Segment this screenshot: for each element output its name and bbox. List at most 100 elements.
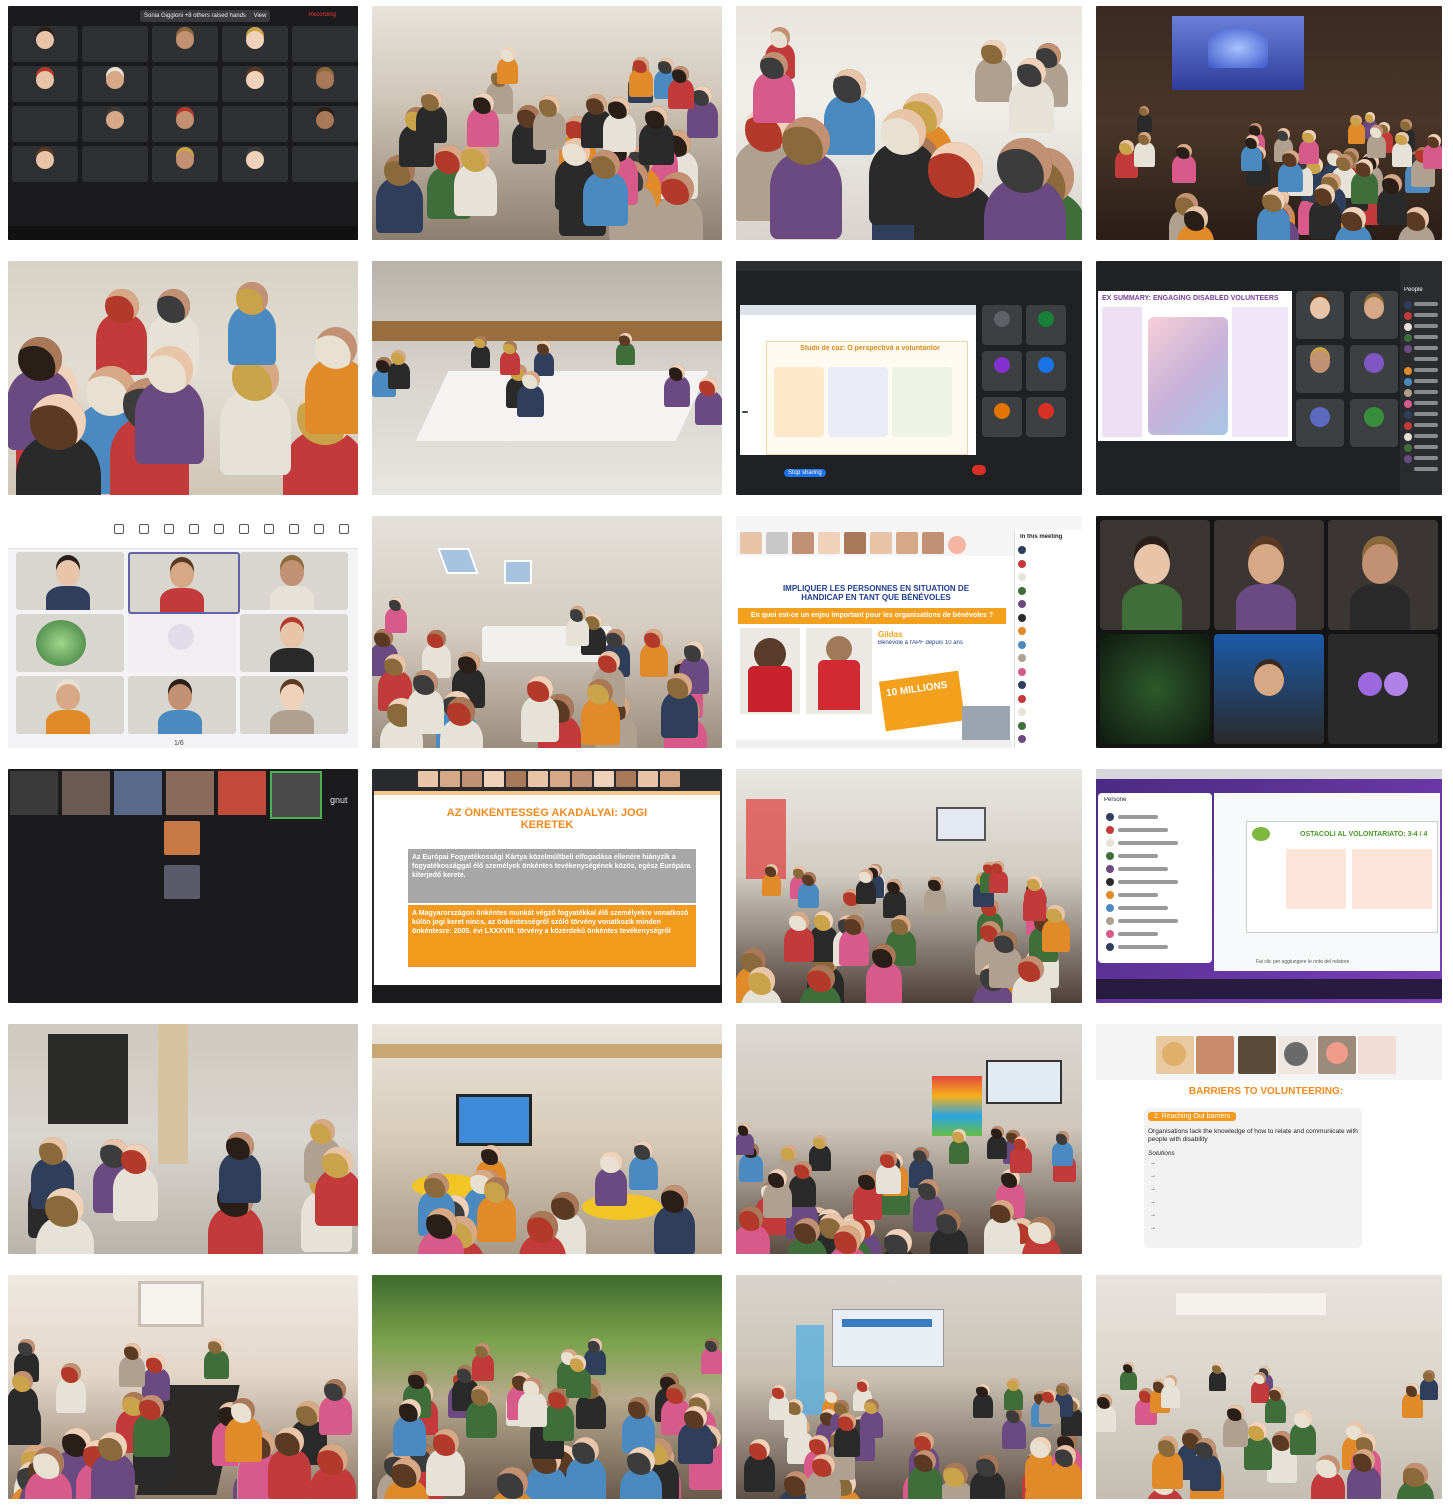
person-figure xyxy=(385,607,407,634)
people-panel-title: Persone xyxy=(1104,797,1127,803)
person-head xyxy=(793,1161,812,1180)
people-list-name xyxy=(1414,302,1438,306)
tile-video-call-names: gnut xyxy=(8,769,358,1003)
person-name xyxy=(1118,867,1168,871)
participant-tile xyxy=(128,676,236,734)
person-head xyxy=(928,876,943,892)
person-figure xyxy=(1351,172,1378,205)
person-figure xyxy=(517,1391,548,1427)
participant-tile xyxy=(1214,520,1324,630)
participant-thumb xyxy=(870,532,892,554)
person-figure xyxy=(576,1393,606,1430)
person-head xyxy=(981,39,1006,65)
stop-sharing-button[interactable]: Stop sharing xyxy=(784,469,826,477)
person-figure xyxy=(839,929,870,967)
person-figure xyxy=(426,1449,466,1497)
toolbar-icon[interactable] xyxy=(214,524,224,534)
participant-thumb xyxy=(462,771,482,787)
person-figure xyxy=(789,1174,817,1208)
person-head xyxy=(1282,150,1299,167)
participant-tile xyxy=(292,66,358,102)
person-avatar xyxy=(1106,943,1114,951)
speaker-notes: Fai clic per aggiungere le note del rela… xyxy=(1256,959,1350,965)
person-head xyxy=(1262,189,1285,213)
person-head xyxy=(398,1399,421,1422)
person-head xyxy=(1183,206,1209,231)
people-list-name xyxy=(1414,324,1438,328)
toolbar-icon[interactable] xyxy=(139,524,149,534)
person-figure xyxy=(660,692,699,738)
person-figure xyxy=(1419,1378,1438,1401)
person-avatar xyxy=(1106,904,1114,912)
person-head xyxy=(1404,206,1430,232)
participant-avatar xyxy=(1326,1042,1348,1064)
participant-tile xyxy=(1328,520,1438,630)
participant-thumb xyxy=(528,771,548,787)
toolbar-icon[interactable] xyxy=(264,524,274,534)
person-head xyxy=(1013,1136,1029,1151)
arrow-icon: → xyxy=(1150,1225,1156,1231)
person-head xyxy=(521,371,540,390)
participant-body xyxy=(46,586,90,610)
person-head xyxy=(767,1168,788,1188)
tile-photo-presentation xyxy=(736,769,1082,1003)
person-head xyxy=(139,1395,164,1420)
person-figure xyxy=(1299,139,1320,165)
participant-initials xyxy=(948,536,966,554)
people-list-avatar xyxy=(1404,433,1412,441)
toolbar-icon[interactable] xyxy=(189,524,199,534)
person-head xyxy=(457,651,480,674)
person-name xyxy=(1118,828,1168,832)
participant-face xyxy=(1248,544,1284,584)
toolbar-icon[interactable] xyxy=(289,524,299,534)
person-head xyxy=(1244,134,1259,150)
toolbar-icon[interactable] xyxy=(314,524,324,534)
person-head xyxy=(481,1144,502,1165)
person-head xyxy=(1426,133,1441,148)
person-head xyxy=(1028,1217,1055,1244)
participant-thumb xyxy=(896,532,918,554)
participant-face xyxy=(106,71,124,89)
person-figure xyxy=(1120,1370,1137,1391)
person-head xyxy=(859,869,873,883)
participant-tile xyxy=(982,305,1022,345)
participant-thumb xyxy=(594,771,614,787)
toolbar-icon[interactable] xyxy=(239,524,249,534)
person-figure xyxy=(763,1183,792,1218)
person-head xyxy=(1268,1386,1283,1402)
person-figure xyxy=(55,1377,86,1414)
people-list-name xyxy=(1414,313,1438,317)
participant-tile xyxy=(292,106,358,142)
tile-video-call-slide-romanian: Studii de caz: O perspectivă a voluntari… xyxy=(736,261,1082,495)
person-figure xyxy=(1041,918,1070,953)
person-avatar xyxy=(1018,546,1026,554)
participant-face xyxy=(1310,351,1330,373)
person-figure xyxy=(798,882,820,908)
person-head xyxy=(1355,159,1374,177)
pager[interactable]: 1/6 xyxy=(174,740,184,747)
person-figure xyxy=(219,389,292,476)
participant-thumb xyxy=(164,821,200,855)
person-figure xyxy=(467,108,499,147)
person-figure xyxy=(924,887,947,914)
person-figure xyxy=(224,1416,262,1462)
people-list-avatar xyxy=(1404,466,1412,474)
person-head xyxy=(104,288,139,323)
person-head xyxy=(608,96,631,119)
photo-collage-grid: Sonia Giggioni +8 others raised hands Vi… xyxy=(8,6,1442,1499)
participant-body xyxy=(270,710,314,734)
person-head xyxy=(537,341,551,355)
person-head xyxy=(975,1454,999,1478)
toolbar-icon[interactable] xyxy=(114,524,124,534)
participant-thumb xyxy=(638,771,658,787)
person-head xyxy=(738,1206,764,1231)
person-head xyxy=(421,89,442,111)
toolbar-icon[interactable] xyxy=(339,524,349,534)
participant-face xyxy=(36,71,54,89)
toolbar-icon[interactable] xyxy=(164,524,174,534)
person-figure xyxy=(580,698,620,746)
view-button[interactable]: View xyxy=(254,13,267,19)
slide-title: OSTACOLI AL VOLONTARIATO: 3-4 / 4 xyxy=(1300,831,1428,838)
participant-thumb xyxy=(922,532,944,554)
person-head xyxy=(1316,1454,1340,1478)
